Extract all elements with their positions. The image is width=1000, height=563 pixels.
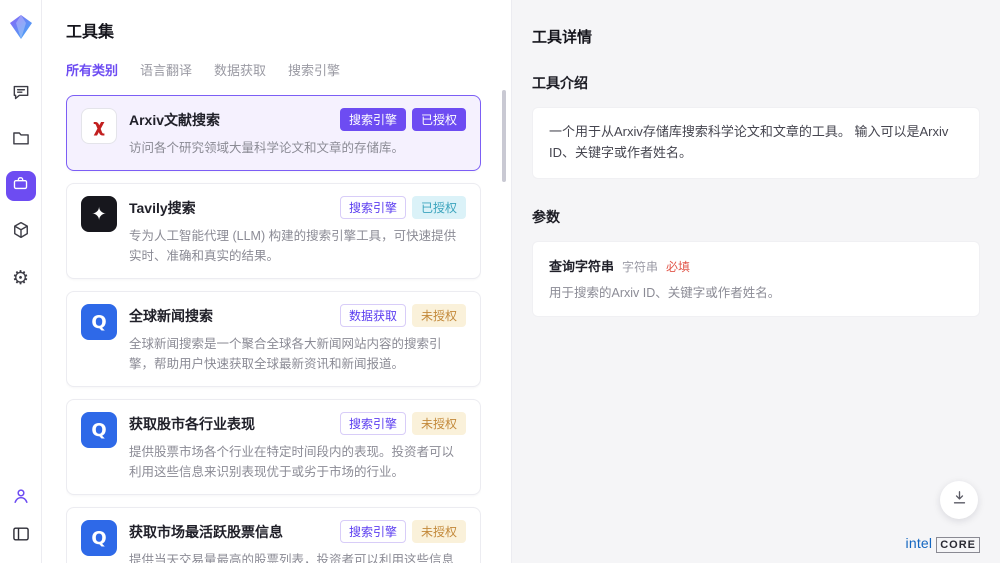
sidebar-item-files[interactable] xyxy=(6,125,36,155)
intro-text: 一个用于从Arxiv存储库搜索科学论文和文章的工具。 输入可以是Arxiv ID… xyxy=(549,122,963,164)
auth-badge: 未授权 xyxy=(412,520,466,543)
tool-list-panel: 工具集 所有类别语言翻译数据获取搜索引擎 χ Arxiv文献搜索 搜索引擎 已授… xyxy=(42,0,512,563)
intel-core-logo: intel CORE xyxy=(906,535,980,553)
tool-description: 全球新闻搜索是一个聚合全球各大新闻网站内容的搜索引擎，帮助用户快速获取全球最新资… xyxy=(129,334,466,374)
qcc-icon: Q xyxy=(81,412,117,448)
category-badge: 搜索引擎 xyxy=(340,412,406,435)
briefcase-icon xyxy=(12,175,29,197)
tool-card[interactable]: Q 获取股市各行业表现 搜索引擎 未授权 提供股票市场各个行业在特定时间段内的表… xyxy=(66,399,481,495)
category-badge: 搜索引擎 xyxy=(340,520,406,543)
detail-title: 工具详情 xyxy=(532,26,980,47)
gear-icon: ⚙ xyxy=(12,269,29,288)
category-tab[interactable]: 数据获取 xyxy=(214,60,266,79)
tool-description: 提供股票市场各个行业在特定时间段内的表现。投资者可以利用这些信息来识别表现优于或… xyxy=(129,442,466,482)
sidebar-item-tools[interactable] xyxy=(6,171,36,201)
icon-rail: ⚙ xyxy=(0,0,42,563)
tavily-icon: ✦ xyxy=(81,196,117,232)
tool-detail-panel: 工具详情 工具介绍 一个用于从Arxiv存储库搜索科学论文和文章的工具。 输入可… xyxy=(512,0,1000,563)
tool-title: 获取股市各行业表现 xyxy=(129,414,334,434)
tool-title: Arxiv文献搜索 xyxy=(129,110,334,130)
download-icon xyxy=(951,489,968,511)
category-badge: 搜索引擎 xyxy=(340,196,406,219)
person-icon xyxy=(11,486,31,511)
category-tab[interactable]: 搜索引擎 xyxy=(288,60,340,79)
download-button[interactable] xyxy=(940,481,978,519)
tool-card[interactable]: Q 获取市场最活跃股票信息 搜索引擎 未授权 提供当天交易量最高的股票列表，投资… xyxy=(66,507,481,563)
auth-badge: 已授权 xyxy=(412,108,466,131)
param-required-badge: 必填 xyxy=(666,258,690,275)
tool-description: 提供当天交易量最高的股票列表，投资者可以利用这些信息来识别流动性强的股票和潜在的… xyxy=(129,550,466,563)
tool-title: Tavily搜索 xyxy=(129,198,334,218)
tool-card[interactable]: χ Arxiv文献搜索 搜索引擎 已授权 访问各个研究领域大量科学论文和文章的存… xyxy=(66,95,481,171)
auth-badge: 未授权 xyxy=(412,412,466,435)
category-tabs: 所有类别 语言翻译 数据获取 搜索引擎 xyxy=(66,60,481,79)
category-tab[interactable]: 所有类别 xyxy=(66,60,118,79)
param-type: 字符串 xyxy=(622,258,658,275)
brand-intel-text: intel xyxy=(906,535,933,551)
param-card: 查询字符串 字符串 必填 用于搜索的Arxiv ID、关键字或作者姓名。 xyxy=(532,241,980,318)
chat-icon xyxy=(11,82,31,107)
tool-title: 全球新闻搜索 xyxy=(129,306,334,326)
auth-badge: 未授权 xyxy=(412,304,466,327)
tool-card[interactable]: Q 全球新闻搜索 数据获取 未授权 全球新闻搜索是一个聚合全球各大新闻网站内容的… xyxy=(66,291,481,387)
category-badge: 数据获取 xyxy=(340,304,406,327)
scrollbar[interactable] xyxy=(502,90,506,182)
tool-description: 专为人工智能代理 (LLM) 构建的搜索引擎工具，可快速提供实时、准确和真实的结… xyxy=(129,226,466,266)
qcc-icon: Q xyxy=(81,304,117,340)
tool-title: 获取市场最活跃股票信息 xyxy=(129,522,334,542)
brand-core-text: CORE xyxy=(936,537,980,553)
sidebar-item-chat[interactable] xyxy=(6,79,36,109)
cube-icon xyxy=(11,220,31,245)
auth-badge: 已授权 xyxy=(412,196,466,219)
param-name: 查询字符串 xyxy=(549,256,614,275)
folder-icon xyxy=(11,128,31,153)
param-description: 用于搜索的Arxiv ID、关键字或作者姓名。 xyxy=(549,284,963,303)
sidebar-item-collapse[interactable] xyxy=(6,521,36,551)
panel-icon xyxy=(11,524,31,549)
arxiv-icon: χ xyxy=(81,108,117,144)
qcc-icon: Q xyxy=(81,520,117,556)
tool-card-list: χ Arxiv文献搜索 搜索引擎 已授权 访问各个研究领域大量科学论文和文章的存… xyxy=(66,95,481,563)
sidebar-item-settings[interactable]: ⚙ xyxy=(6,263,36,293)
sidebar-item-profile[interactable] xyxy=(6,483,36,513)
app-logo xyxy=(9,14,33,45)
sidebar-item-plugins[interactable] xyxy=(6,217,36,247)
tool-card[interactable]: ✦ Tavily搜索 搜索引擎 已授权 专为人工智能代理 (LLM) 构建的搜索… xyxy=(66,183,481,279)
intro-heading: 工具介绍 xyxy=(532,73,980,93)
params-heading: 参数 xyxy=(532,207,980,227)
intro-card: 一个用于从Arxiv存储库搜索科学论文和文章的工具。 输入可以是Arxiv ID… xyxy=(532,107,980,179)
page-title: 工具集 xyxy=(66,18,481,42)
category-tab[interactable]: 语言翻译 xyxy=(140,60,192,79)
category-badge: 搜索引擎 xyxy=(340,108,406,131)
tool-description: 访问各个研究领域大量科学论文和文章的存储库。 xyxy=(129,138,466,158)
